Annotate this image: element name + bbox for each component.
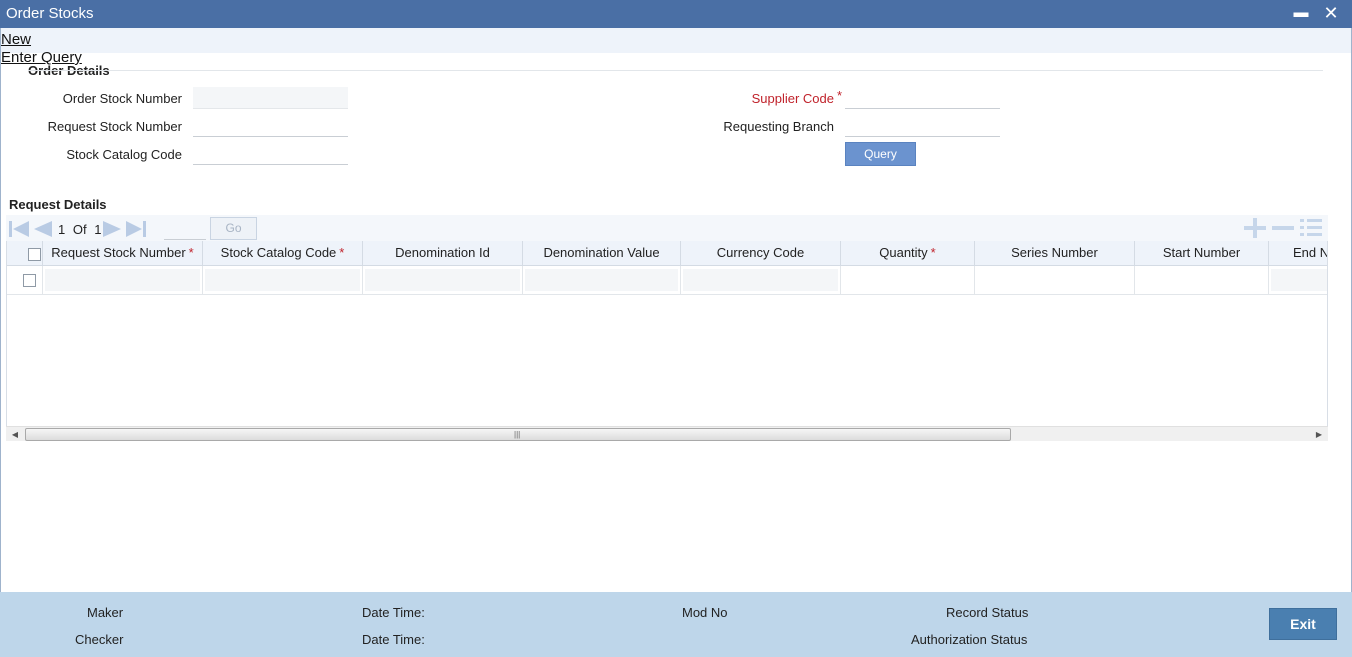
single-view-icon[interactable] — [1299, 217, 1323, 239]
cell-stock-catalog-code[interactable] — [203, 266, 363, 295]
horizontal-scrollbar[interactable]: ◀ ||| ▶ — [6, 426, 1328, 441]
scroll-left-icon[interactable]: ◀ — [8, 428, 22, 441]
column-header-series-number[interactable]: Series Number — [975, 241, 1135, 266]
first-page-icon[interactable] — [8, 220, 30, 238]
column-header-currency-code[interactable]: Currency Code — [681, 241, 841, 266]
mod-no-label: Mod No — [682, 605, 728, 620]
cell-request-stock-number[interactable] — [43, 266, 203, 295]
pager: 1 Of 1 — [58, 222, 105, 237]
menu-new-link[interactable]: New — [1, 31, 31, 48]
required-mark: * — [339, 245, 345, 260]
scroll-right-icon[interactable]: ▶ — [1312, 428, 1326, 441]
column-header-denomination-id[interactable]: Denomination Id — [363, 241, 523, 266]
table-row — [7, 266, 1327, 295]
requesting-branch-field[interactable] — [845, 115, 1000, 137]
goto-page-input[interactable] — [164, 218, 206, 240]
column-header-start-number[interactable]: Start Number — [1135, 241, 1269, 266]
requesting-branch-label: Requesting Branch — [723, 119, 834, 134]
cell-series-number[interactable] — [975, 266, 1135, 295]
checker-date-time-label: Date Time: — [362, 632, 425, 647]
request-details-grid: Request Stock Number * Stock Catalog Code… — [6, 241, 1328, 427]
window-title: Order Stocks — [6, 5, 94, 22]
scroll-thumb[interactable]: ||| — [25, 428, 1011, 441]
last-page-icon[interactable] — [125, 220, 147, 238]
menu-strip — [0, 28, 1352, 53]
stock-catalog-code-label: Stock Catalog Code — [66, 147, 182, 162]
query-button[interactable]: Query — [845, 142, 916, 166]
column-header-request-stock-number[interactable]: Request Stock Number * — [43, 241, 203, 266]
column-header-quantity[interactable]: Quantity * — [841, 241, 975, 266]
scroll-grip-icon: ||| — [514, 430, 521, 439]
delete-row-icon[interactable] — [1271, 217, 1295, 239]
checker-label: Checker — [75, 632, 124, 647]
add-row-icon[interactable] — [1243, 217, 1267, 239]
order-stock-number-field[interactable] — [193, 87, 348, 109]
column-header-denomination-value[interactable]: Denomination Value — [523, 241, 681, 266]
required-mark: * — [930, 245, 936, 260]
header-select-cell — [7, 241, 43, 266]
supplier-code-required-mark: * — [837, 88, 843, 103]
cell-quantity[interactable] — [841, 266, 975, 295]
pager-of-label: Of — [72, 222, 87, 237]
supplier-code-field[interactable] — [845, 87, 1000, 109]
order-details-divider — [28, 70, 1323, 71]
exit-button[interactable]: Exit — [1269, 608, 1337, 640]
go-button[interactable]: Go — [210, 217, 257, 240]
request-details-title: Request Details — [9, 197, 107, 212]
row-select-cell — [7, 266, 43, 295]
column-header-stock-catalog-code[interactable]: Stock Catalog Code * — [203, 241, 363, 266]
required-mark: * — [188, 245, 194, 260]
supplier-code-label: Supplier Code — [751, 91, 834, 106]
close-button[interactable]: ✕ — [1320, 2, 1342, 24]
minimize-button[interactable]: ▬ — [1290, 2, 1312, 24]
grid-header-row: Request Stock Number * Stock Catalog Code… — [7, 241, 1327, 266]
pager-total: 1 — [94, 222, 102, 237]
authorization-status-label: Authorization Status — [911, 632, 1028, 647]
record-status-label: Record Status — [946, 605, 1029, 620]
audit-footer — [0, 592, 1352, 657]
previous-page-icon[interactable] — [33, 220, 53, 238]
order-stock-number-label: Order Stock Number — [62, 91, 182, 106]
stock-catalog-code-field[interactable] — [193, 143, 348, 165]
column-header-end-number[interactable]: End N — [1269, 241, 1327, 266]
maker-date-time-label: Date Time: — [362, 605, 425, 620]
window-titlebar: Order Stocks ▬ ✕ — [0, 0, 1352, 28]
cell-currency-code[interactable] — [681, 266, 841, 295]
pager-current: 1 — [58, 222, 66, 237]
row-checkbox[interactable] — [23, 274, 36, 287]
cell-end-number[interactable] — [1269, 266, 1327, 295]
maker-label: Maker — [87, 605, 124, 620]
request-stock-number-label: Request Stock Number — [47, 119, 182, 134]
select-all-checkbox[interactable] — [28, 248, 41, 261]
cell-start-number[interactable] — [1135, 266, 1269, 295]
cell-denomination-value[interactable] — [523, 266, 681, 295]
cell-denomination-id[interactable] — [363, 266, 523, 295]
request-stock-number-field[interactable] — [193, 115, 348, 137]
